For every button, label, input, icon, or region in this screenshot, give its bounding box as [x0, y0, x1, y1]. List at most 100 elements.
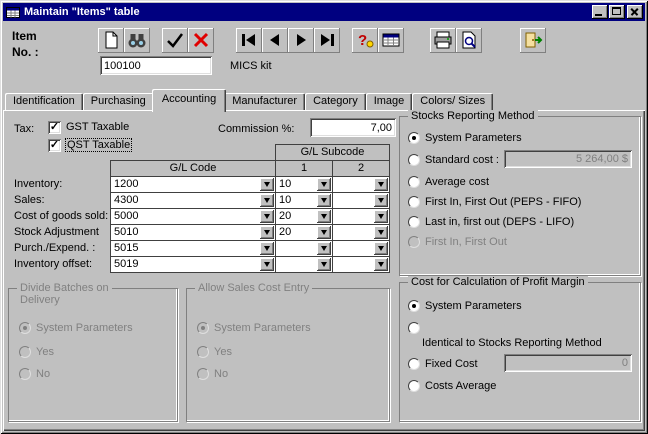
minimize-icon [595, 14, 602, 16]
tab-accounting[interactable]: Accounting [152, 89, 226, 112]
dropdown-arrow-icon[interactable] [317, 194, 331, 207]
radio-stocks-system-parameters[interactable]: System Parameters [408, 131, 522, 145]
maximize-button[interactable] [609, 5, 625, 19]
confirm-button[interactable] [162, 28, 188, 53]
tab-image[interactable]: Image [366, 93, 413, 110]
dropdown-arrow-icon[interactable] [374, 242, 388, 255]
dropdown-arrow-icon[interactable] [260, 178, 274, 191]
gl-subcode1-combo[interactable]: 10 [275, 192, 333, 209]
previous-record-button[interactable] [262, 28, 288, 53]
print-preview-button[interactable] [456, 28, 482, 53]
dropdown-arrow-icon[interactable] [260, 194, 274, 207]
gl-subcode1-combo[interactable]: 10 [275, 176, 333, 193]
radio-standard-cost[interactable]: Standard cost : [408, 153, 499, 167]
item-name-label: MICS kit [230, 60, 272, 72]
gl-subcode2-combo[interactable] [332, 256, 390, 273]
radio-icon [408, 380, 420, 392]
radio-allow-yes: Yes [197, 345, 232, 359]
gl-subcode2-combo[interactable] [332, 192, 390, 209]
radio-icon [408, 358, 420, 370]
row-label-cogs: Cost of goods sold: [14, 210, 108, 222]
gl-code-combo[interactable]: 5015 [110, 240, 276, 257]
radio-fifo[interactable]: First In, First Out (PEPS - FIFO) [408, 195, 581, 209]
first-record-button[interactable] [236, 28, 262, 53]
radio-icon [197, 368, 209, 380]
next-record-button[interactable] [288, 28, 314, 53]
dropdown-arrow-icon[interactable] [317, 178, 331, 191]
group-title: Allow Sales Cost Entry [195, 282, 312, 294]
print-button[interactable] [430, 28, 456, 53]
dropdown-arrow-icon[interactable] [374, 178, 388, 191]
gl-subcode2-combo[interactable] [332, 240, 390, 257]
row-label-inventory-offset: Inventory offset: [14, 258, 92, 270]
tax-label: Tax: [14, 123, 34, 135]
gl-code-combo[interactable]: 1200 [110, 176, 276, 193]
titlebar[interactable]: Maintain "Items" table [3, 3, 645, 21]
dropdown-arrow-icon[interactable] [260, 258, 274, 271]
gst-taxable-checkbox[interactable]: ✓ GST Taxable [48, 120, 129, 134]
radio-icon [408, 300, 420, 312]
item-number-input[interactable] [100, 56, 212, 75]
radio-label: Average cost [425, 176, 489, 188]
new-document-button[interactable] [98, 28, 124, 53]
exit-button[interactable] [520, 28, 546, 53]
gl-subcode1-combo[interactable]: 20 [275, 208, 333, 225]
print-preview-icon [460, 31, 478, 49]
radio-label: Yes [36, 346, 54, 358]
gl-subcode2-combo[interactable] [332, 224, 390, 241]
last-record-button[interactable] [314, 28, 340, 53]
close-button[interactable] [627, 5, 643, 19]
gl-subcode1-combo[interactable] [275, 256, 333, 273]
dropdown-arrow-icon[interactable] [374, 226, 388, 239]
window-title: Maintain "Items" table [24, 6, 591, 18]
first-record-icon [240, 33, 258, 47]
tab-purchasing[interactable]: Purchasing [83, 93, 154, 110]
checkbox-label: QST Taxable [66, 139, 131, 151]
gl-code-combo[interactable]: 5000 [110, 208, 276, 225]
gl-code-combo[interactable]: 4300 [110, 192, 276, 209]
radio-average-cost[interactable]: Average cost [408, 175, 489, 189]
dropdown-arrow-icon[interactable] [317, 210, 331, 223]
delete-button[interactable] [188, 28, 214, 53]
radio-costs-average[interactable]: Costs Average [408, 379, 496, 393]
table-button[interactable] [378, 28, 404, 53]
radio-label: First In, First Out [425, 236, 507, 248]
tab-identification[interactable]: Identification [5, 93, 83, 110]
gl-subcode2-combo[interactable] [332, 176, 390, 193]
fixed-cost-input [504, 354, 632, 372]
dropdown-arrow-icon[interactable] [317, 226, 331, 239]
radio-divide-yes: Yes [19, 345, 54, 359]
tab-manufacturer[interactable]: Manufacturer [224, 93, 305, 110]
tab-category[interactable]: Category [305, 93, 366, 110]
commission-input[interactable] [310, 118, 396, 137]
dropdown-arrow-icon[interactable] [260, 226, 274, 239]
gl-code-combo[interactable]: 5010 [110, 224, 276, 241]
gl-code-combo[interactable]: 5019 [110, 256, 276, 273]
checkbox-icon: ✓ [48, 139, 61, 152]
radio-icon [408, 132, 420, 144]
checkmark-icon [165, 31, 185, 49]
dropdown-arrow-icon[interactable] [260, 210, 274, 223]
dropdown-arrow-icon[interactable] [317, 258, 331, 271]
qst-taxable-checkbox[interactable]: ✓ QST Taxable [48, 138, 131, 152]
dropdown-arrow-icon[interactable] [374, 194, 388, 207]
radio-lifo[interactable]: Last in, first out (DEPS - LIFO) [408, 215, 574, 229]
table-icon [382, 32, 400, 48]
dropdown-arrow-icon[interactable] [374, 210, 388, 223]
minimize-button[interactable] [592, 5, 608, 19]
help-button[interactable]: ? [352, 28, 378, 53]
tab-colors-sizes[interactable]: Colors/ Sizes [412, 93, 493, 110]
radio-icon [408, 236, 420, 248]
gl-subcode1-combo[interactable] [275, 240, 333, 257]
dropdown-arrow-icon[interactable] [260, 242, 274, 255]
dropdown-arrow-icon[interactable] [317, 242, 331, 255]
radio-profit-system-parameters[interactable]: System Parameters [408, 299, 522, 313]
radio-identical-to-stocks-method[interactable] [408, 321, 425, 335]
gl-subcode1-combo[interactable]: 20 [275, 224, 333, 241]
dropdown-arrow-icon[interactable] [374, 258, 388, 271]
radio-label: Fixed Cost [425, 358, 478, 370]
radio-label: System Parameters [214, 322, 311, 334]
gl-subcode2-combo[interactable] [332, 208, 390, 225]
find-button[interactable] [124, 28, 150, 53]
radio-fixed-cost[interactable]: Fixed Cost [408, 357, 478, 371]
